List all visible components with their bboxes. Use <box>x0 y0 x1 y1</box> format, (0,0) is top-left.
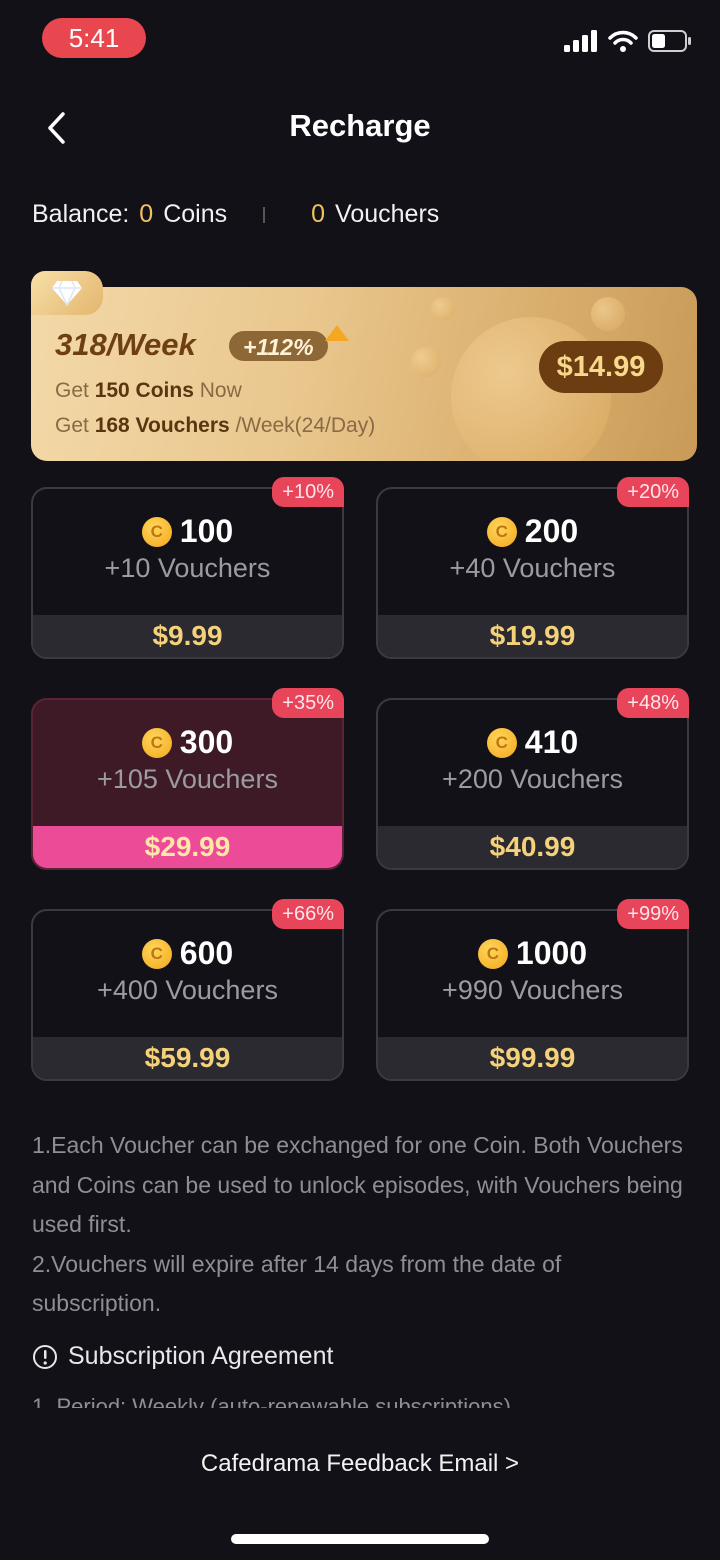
page-title: Recharge <box>289 108 431 143</box>
package-bonus-badge: +99% <box>617 899 689 929</box>
coin-icon: C <box>141 516 172 547</box>
coin-decoration <box>411 347 441 377</box>
diamond-badge <box>31 271 103 315</box>
note-2: 2.Vouchers will expire after 14 days fro… <box>32 1250 562 1317</box>
weekly-line2-prefix: Get <box>55 414 95 437</box>
package-bonus-badge: +10% <box>272 477 344 507</box>
weekly-bonus-tag: +112% <box>229 331 328 361</box>
battery-icon <box>648 30 691 52</box>
package-vouchers: +10 Vouchers <box>104 553 271 583</box>
coin-icon: C <box>477 938 508 969</box>
weekly-line1-suffix: Now <box>193 379 242 402</box>
package-price: $19.99 <box>378 615 687 657</box>
package-vouchers: +105 Vouchers <box>97 764 278 794</box>
agreement-preview-text: 1. Period: Weekly (auto-renewable subscr… <box>32 1394 511 1408</box>
package-coin-amount: 410 <box>524 724 579 760</box>
balance-row: Balance: 0 Coins 0 Vouchers <box>32 200 439 229</box>
package-coin-amount: 600 <box>179 935 234 971</box>
arrow-up-icon <box>325 325 349 341</box>
package-bonus-badge: +66% <box>272 899 344 929</box>
status-icons <box>564 30 692 52</box>
package-card[interactable]: C 600 +400 Vouchers $59.99 <box>31 909 344 1081</box>
info-icon <box>33 1344 57 1369</box>
coins-balance-value: 0 <box>139 200 154 228</box>
weekly-subscription-card[interactable]: 318/Week +112% Get 150 Coins Now Get 168… <box>31 287 697 461</box>
status-bar: 5:41 <box>0 0 720 80</box>
package-coins: C 100 <box>33 513 342 550</box>
subscription-agreement-title: Subscription Agreement <box>68 1342 334 1370</box>
coins-balance-label: Coins <box>163 200 228 228</box>
package-price: $59.99 <box>33 1037 342 1079</box>
diamond-icon <box>52 280 82 306</box>
balance-divider <box>263 206 266 223</box>
package-price: $99.99 <box>378 1037 687 1079</box>
coin-decoration <box>591 297 625 331</box>
weekly-line1-bold: 150 Coins <box>94 379 194 402</box>
package-coin-amount: 100 <box>179 513 234 549</box>
balance-label: Balance: <box>32 200 130 228</box>
package-price: $29.99 <box>33 826 342 868</box>
coin-icon: C <box>141 727 172 758</box>
package-coins: C 410 <box>378 724 687 761</box>
package-vouchers: +990 Vouchers <box>442 975 623 1005</box>
package-card[interactable]: C 1000 +990 Vouchers $99.99 <box>376 909 689 1081</box>
wifi-icon <box>608 30 638 52</box>
package-coin-amount: 300 <box>179 724 234 760</box>
feedback-email-link[interactable]: Cafedrama Feedback Email > <box>0 1450 720 1478</box>
package-vouchers: +40 Vouchers <box>449 553 616 583</box>
coin-decoration <box>431 297 455 321</box>
package-coins: C 600 <box>33 935 342 972</box>
package-coin-amount: 1000 <box>515 935 588 971</box>
subscription-agreement-header[interactable]: Subscription Agreement <box>32 1342 333 1371</box>
vouchers-balance-label: Vouchers <box>335 200 440 228</box>
package-coins: C 200 <box>378 513 687 550</box>
weekly-line2-suffix: /Week(24/Day) <box>229 414 376 437</box>
coin-icon: C <box>141 938 172 969</box>
coin-icon: C <box>486 727 517 758</box>
weekly-vouchers-line: Get 168 Vouchers /Week(24/Day) <box>55 414 375 438</box>
package-price: $9.99 <box>33 615 342 657</box>
note-1: 1.Each Voucher can be exchanged for one … <box>32 1132 683 1237</box>
package-card[interactable]: C 300 +105 Vouchers $29.99 <box>31 698 344 870</box>
package-bonus-badge: +20% <box>617 477 689 507</box>
weekly-plan-title: 318/Week <box>55 327 196 362</box>
package-card[interactable]: C 200 +40 Vouchers $19.99 <box>376 487 689 659</box>
package-bonus-badge: +35% <box>272 688 344 718</box>
coin-icon: C <box>486 516 517 547</box>
status-time: 5:41 <box>42 18 146 58</box>
weekly-price-button[interactable]: $14.99 <box>539 341 663 393</box>
package-vouchers: +200 Vouchers <box>442 764 623 794</box>
weekly-line2-bold: 168 Vouchers <box>94 414 230 437</box>
weekly-line1-prefix: Get <box>55 379 95 402</box>
package-coins: C 300 <box>33 724 342 761</box>
recharge-notes: 1.Each Voucher can be exchanged for one … <box>32 1126 692 1324</box>
cellular-signal-icon <box>564 30 597 52</box>
package-coins: C 1000 <box>378 935 687 972</box>
package-card[interactable]: C 100 +10 Vouchers $9.99 <box>31 487 344 659</box>
home-indicator[interactable] <box>231 1534 489 1544</box>
vouchers-balance-value: 0 <box>311 200 326 228</box>
package-price: $40.99 <box>378 826 687 868</box>
package-bonus-badge: +48% <box>617 688 689 718</box>
package-coin-amount: 200 <box>524 513 579 549</box>
weekly-coins-line: Get 150 Coins Now <box>55 379 242 403</box>
package-card[interactable]: C 410 +200 Vouchers $40.99 <box>376 698 689 870</box>
package-vouchers: +400 Vouchers <box>97 975 278 1005</box>
